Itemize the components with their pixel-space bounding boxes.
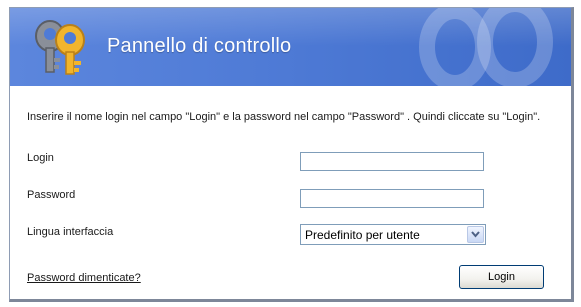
language-select-value: Predefinito per utente xyxy=(305,228,420,242)
keys-icon xyxy=(35,20,85,75)
login-field[interactable] xyxy=(300,152,484,171)
password-label: Password xyxy=(27,189,76,201)
language-select[interactable]: Predefinito per utente xyxy=(300,224,486,245)
page-title: Pannello di controllo xyxy=(107,35,292,57)
panel-header: Pannello di controllo xyxy=(10,8,571,86)
login-instructions: Inserire il nome login nel campo "Login"… xyxy=(27,111,541,123)
login-label: Login xyxy=(27,152,54,164)
login-button[interactable]: Login xyxy=(459,265,544,289)
keys-watermark-icon xyxy=(419,8,553,86)
forgot-password-link[interactable]: Password dimenticate? xyxy=(27,272,141,284)
dropdown-button[interactable] xyxy=(467,226,484,243)
language-label: Lingua interfaccia xyxy=(27,226,114,238)
chevron-down-icon xyxy=(471,231,480,238)
password-field[interactable] xyxy=(300,189,484,208)
login-panel: Pannello di controllo Inserire il nome l… xyxy=(9,7,574,302)
